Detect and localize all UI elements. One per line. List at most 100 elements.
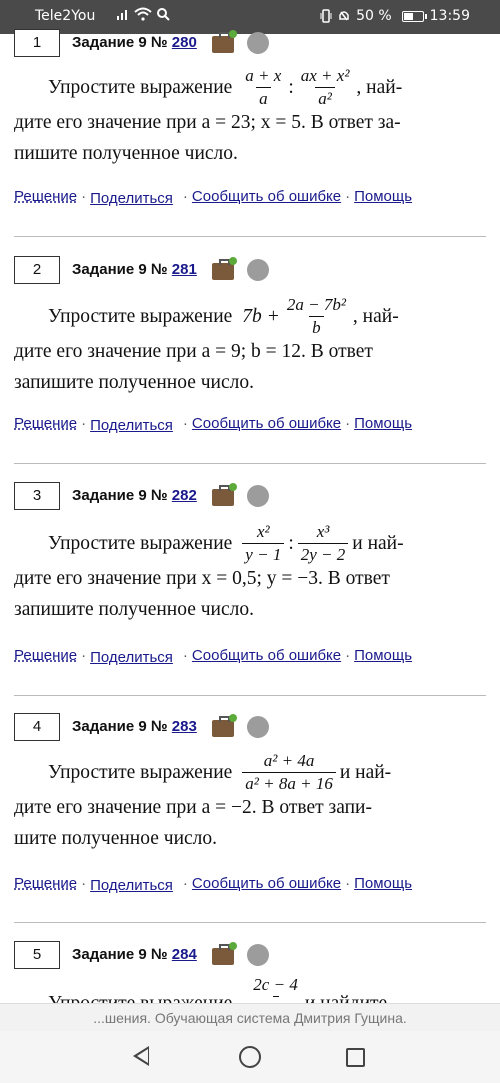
- help-link[interactable]: Помощь: [354, 875, 412, 894]
- solution-link[interactable]: Решение: [14, 188, 77, 207]
- status-right: 50 % 13:59: [320, 8, 470, 24]
- wifi-icon: [134, 7, 152, 21]
- separator: ·: [345, 875, 351, 892]
- intro-tail: , най-: [352, 305, 399, 327]
- briefcase-icon[interactable]: [212, 714, 237, 737]
- problem-number: 2: [14, 256, 60, 284]
- problem-id-link[interactable]: 280: [172, 34, 197, 51]
- briefcase-icon[interactable]: [212, 942, 237, 965]
- recents-icon[interactable]: [346, 1048, 365, 1067]
- status-circle-icon[interactable]: [247, 259, 269, 281]
- problem-line: пишите полученное число.: [14, 143, 238, 164]
- separator: ·: [81, 188, 87, 205]
- report-error-link[interactable]: Сообщить об ошибке: [192, 415, 341, 434]
- status-circle-icon[interactable]: [247, 716, 269, 738]
- separator: ·: [345, 415, 351, 432]
- share-link[interactable]: Поделиться: [90, 877, 173, 894]
- status-circle-icon[interactable]: [247, 32, 269, 54]
- help-link[interactable]: Помощь: [354, 415, 412, 434]
- fraction: x³ 2y − 2: [297, 522, 349, 564]
- problem-title: Задание 9 № 284: [72, 946, 197, 963]
- problem-id-link[interactable]: 282: [172, 487, 197, 504]
- problem-line: дите его значение при a = −2. В ответ за…: [14, 797, 372, 818]
- home-icon[interactable]: [239, 1046, 261, 1068]
- briefcase-icon[interactable]: [212, 257, 237, 280]
- problem-title: Задание 9 № 283: [72, 718, 197, 735]
- task-label: Задание 9 №: [72, 34, 168, 51]
- separator: ·: [345, 188, 351, 205]
- problem-intro: Упростите выражение: [48, 305, 233, 327]
- separator: ·: [182, 875, 188, 892]
- problem-number: 4: [14, 713, 60, 741]
- problem-text: Упростите выражение a + xa : ax + x² a² ,…: [14, 65, 486, 169]
- denominator: b: [309, 315, 324, 337]
- separator: ·: [81, 875, 87, 892]
- problem-intro: Упростите выражение: [48, 532, 233, 554]
- help-link[interactable]: Помощь: [354, 647, 412, 666]
- briefcase-icon[interactable]: [212, 483, 237, 506]
- solution-link[interactable]: Решение: [14, 875, 77, 894]
- task-label: Задание 9 №: [72, 487, 168, 504]
- action-links: Решение · Поделиться · Сообщить об ошибк…: [14, 415, 412, 434]
- fraction: a + xa: [242, 65, 284, 108]
- problem-line: запишите полученное число.: [14, 599, 254, 620]
- status-icons: [116, 7, 170, 21]
- solution-link[interactable]: Решение: [14, 647, 77, 666]
- operator: :: [288, 532, 294, 554]
- problem-text: Упростите выражение 7b + 2a − 7b² b , най…: [14, 294, 486, 398]
- task-label: Задание 9 №: [72, 261, 168, 278]
- numerator: a + x: [245, 65, 282, 85]
- report-error-link[interactable]: Сообщить об ошибке: [192, 647, 341, 666]
- status-circle-icon[interactable]: [247, 485, 269, 507]
- problem-id-link[interactable]: 284: [172, 946, 197, 963]
- denominator: a² + 8a + 16: [242, 771, 336, 793]
- problem-text: Упростите выражение 2c − 4 и найдите: [14, 976, 486, 1003]
- separator: ·: [182, 188, 188, 205]
- denominator: 2y − 2: [297, 542, 349, 564]
- fraction: a² + 4a a² + 8a + 16: [242, 750, 336, 793]
- task-label: Задание 9 №: [72, 946, 168, 963]
- problem-title: Задание 9 № 280: [72, 34, 197, 51]
- fraction: x² y − 1: [242, 521, 285, 564]
- share-link[interactable]: Поделиться: [90, 649, 173, 666]
- carrier-name: Tele2You: [35, 8, 96, 24]
- back-icon[interactable]: [133, 1046, 149, 1066]
- problem-id-link[interactable]: 283: [172, 718, 197, 735]
- status-circle-icon[interactable]: [247, 944, 269, 966]
- problem-line: шите полученное число.: [14, 828, 218, 849]
- status-bar: Tele2You 50 % 13:59: [0, 0, 500, 34]
- divider: [14, 922, 486, 923]
- numerator: x²: [256, 521, 270, 541]
- numerator: 2a − 7b²: [286, 294, 346, 314]
- clock: 13:59: [429, 8, 470, 24]
- intro-tail: и най-: [339, 761, 392, 783]
- action-links: Решение · Поделиться · Сообщить об ошибк…: [14, 875, 412, 894]
- numerator: a² + 4a: [263, 750, 315, 770]
- system-nav-bar: [0, 1031, 500, 1083]
- fraction: ax + x² a²: [298, 65, 353, 108]
- briefcase-icon[interactable]: [212, 30, 237, 53]
- problem-intro: Упростите выражение: [48, 761, 233, 783]
- task-label: Задание 9 №: [72, 718, 168, 735]
- problem-text: Упростите выражение a² + 4a a² + 8a + 16 …: [14, 750, 486, 854]
- problem-id-link[interactable]: 281: [172, 261, 197, 278]
- problem-text: Упростите выражение x² y − 1 : x³ 2y − 2 и…: [14, 521, 486, 625]
- numerator: ax + x²: [300, 65, 350, 85]
- battery-icon: [401, 10, 427, 22]
- solution-link[interactable]: Решение: [14, 415, 77, 434]
- share-link[interactable]: Поделиться: [90, 417, 173, 434]
- operator: :: [288, 76, 294, 98]
- vibrate-icon: [320, 9, 332, 23]
- page-footer: ...шения. Обучающая система Дмитрия Гущи…: [0, 1003, 500, 1031]
- help-link[interactable]: Помощь: [354, 188, 412, 207]
- battery-percent: 50 %: [356, 8, 392, 24]
- problem-line: запишите полученное число.: [14, 372, 254, 393]
- problem-number: 1: [14, 29, 60, 57]
- share-link[interactable]: Поделиться: [90, 190, 173, 207]
- report-error-link[interactable]: Сообщить об ошибке: [192, 188, 341, 207]
- problem-number: 3: [14, 482, 60, 510]
- intro-tail: и най-: [352, 532, 404, 554]
- fraction: 2a − 7b² b: [284, 294, 349, 337]
- problem-line: дите его значение при x = 0,5; y = −3. В…: [14, 568, 390, 589]
- report-error-link[interactable]: Сообщить об ошибке: [192, 875, 341, 894]
